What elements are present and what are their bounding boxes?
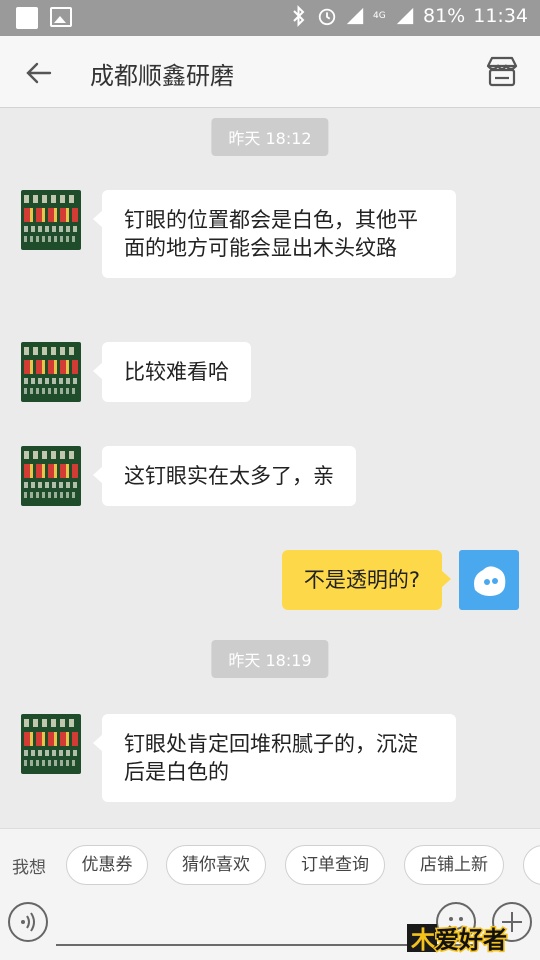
received-message-bubble[interactable]: 这钉眼实在太多了，亲 bbox=[93, 446, 356, 506]
message-timestamp: 昨天 18:12 bbox=[211, 118, 329, 156]
order-query-chip[interactable]: 订单查询 bbox=[285, 845, 385, 885]
voice-icon bbox=[21, 912, 35, 932]
network-type: 4G bbox=[373, 10, 386, 21]
voice-input-button[interactable] bbox=[8, 902, 48, 942]
mascot-icon bbox=[474, 566, 506, 596]
user-avatar[interactable] bbox=[459, 550, 519, 610]
image-notification-icon bbox=[50, 7, 72, 27]
more-chip[interactable] bbox=[523, 845, 540, 885]
status-bar: 4G 81% 11:34 bbox=[0, 0, 540, 36]
chat-header: 成都顺鑫研磨 bbox=[0, 36, 540, 108]
message-timestamp: 昨天 18:19 bbox=[211, 640, 329, 678]
signal-icon-2 bbox=[396, 7, 414, 25]
page-title: 成都顺鑫研磨 bbox=[90, 62, 234, 90]
received-message-bubble[interactable]: 钉眼处肯定回堆积腻子的，沉淀后是白色的 bbox=[93, 714, 456, 802]
shop-avatar[interactable] bbox=[21, 446, 81, 506]
signal-icon bbox=[346, 7, 364, 25]
alarm-icon bbox=[318, 8, 336, 26]
shop-avatar[interactable] bbox=[21, 342, 81, 402]
coupon-chip[interactable]: 优惠券 bbox=[66, 845, 148, 885]
shop-avatar[interactable] bbox=[21, 190, 81, 250]
store-icon[interactable] bbox=[484, 54, 520, 90]
quick-actions-bar: 我想 优惠券 猜你喜欢 订单查询 店铺上新 bbox=[0, 828, 540, 898]
shop-avatar[interactable] bbox=[21, 714, 81, 774]
recommendations-chip[interactable]: 猜你喜欢 bbox=[166, 845, 266, 885]
clock: 11:34 bbox=[473, 5, 528, 27]
system-status: 4G 81% 11:34 bbox=[289, 5, 528, 27]
svg-text:木: 木 bbox=[410, 926, 436, 954]
quick-actions-label: 我想 bbox=[12, 858, 46, 878]
notification-icons bbox=[16, 7, 72, 29]
received-message-bubble[interactable]: 钉眼的位置都会是白色，其他平面的地方可能会显出木头纹路 bbox=[93, 190, 456, 278]
back-arrow-icon[interactable] bbox=[22, 56, 56, 90]
battery-percent: 81% bbox=[423, 5, 466, 27]
watermark-text: 爱好者 bbox=[435, 926, 507, 954]
sent-message-bubble[interactable]: 不是透明的? bbox=[281, 550, 452, 610]
watermark-logo: 木 爱好者 bbox=[407, 924, 509, 956]
received-message-bubble[interactable]: 比较难看哈 bbox=[93, 342, 251, 402]
chat-message-list[interactable]: 昨天 18:12 钉眼的位置都会是白色，其他平面的地方可能会显出木头纹路 比较难… bbox=[0, 108, 540, 828]
bluetooth-icon bbox=[293, 5, 305, 27]
new-arrivals-chip[interactable]: 店铺上新 bbox=[404, 845, 504, 885]
notification-square-icon bbox=[16, 7, 38, 29]
